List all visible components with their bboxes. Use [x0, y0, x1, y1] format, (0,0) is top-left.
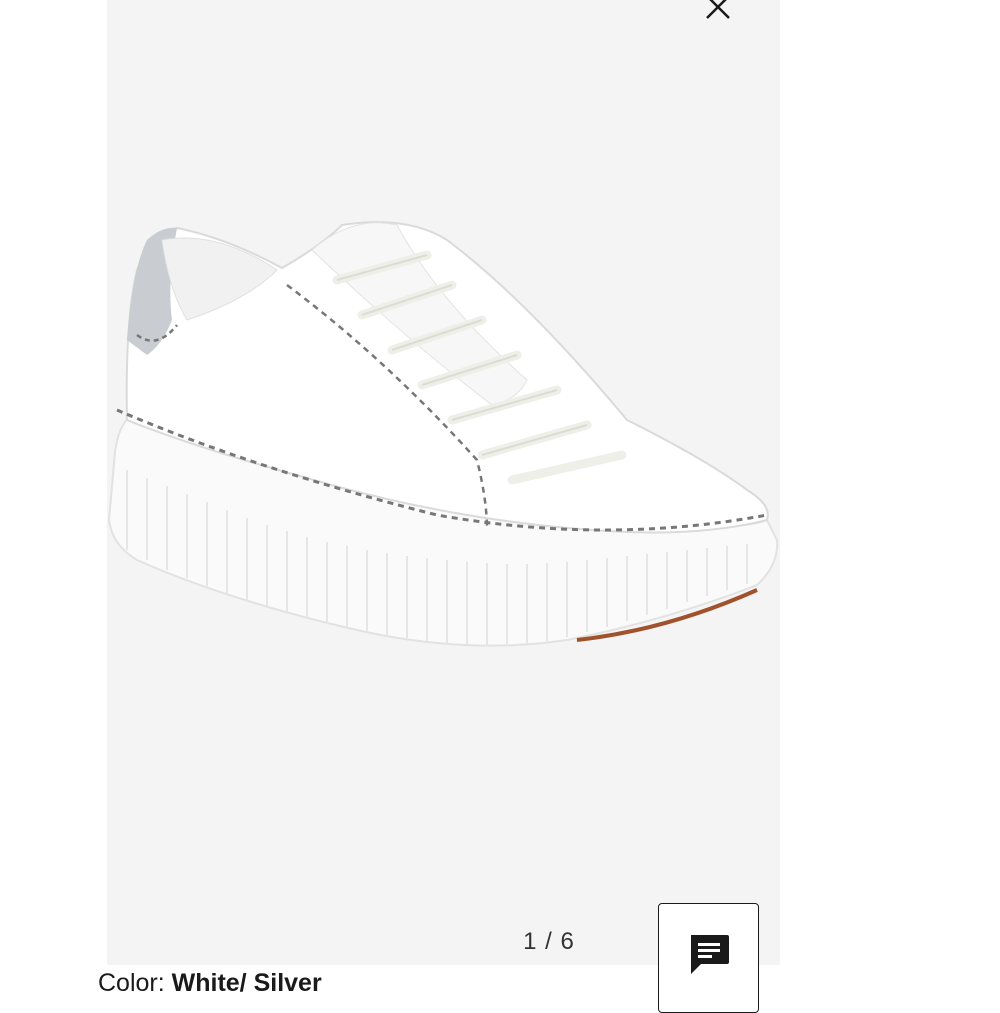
chat-bubble-icon — [690, 935, 729, 974]
color-value: White/ Silver — [171, 969, 322, 997]
color-label: Color: — [98, 969, 165, 997]
close-icon — [706, 0, 730, 19]
product-image — [107, 221, 779, 647]
product-image-panel[interactable]: 1 / 6 — [107, 0, 780, 965]
image-counter: 1 / 6 — [509, 928, 589, 956]
chat-button[interactable] — [658, 903, 759, 1013]
close-button[interactable] — [697, 0, 739, 28]
image-position: 1 — [523, 928, 538, 955]
image-total: 6 — [560, 928, 575, 955]
image-counter-separator: / — [545, 928, 553, 955]
color-selection: Color: White/ Silver — [98, 969, 322, 998]
